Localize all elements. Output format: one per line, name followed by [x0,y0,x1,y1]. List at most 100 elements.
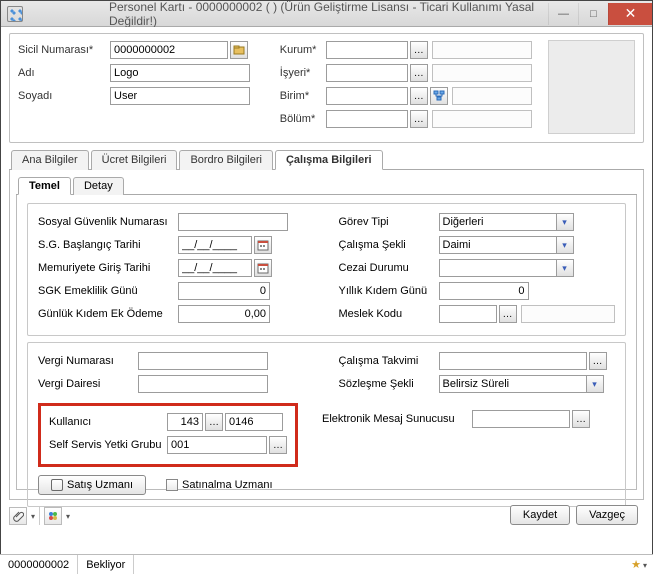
satinalma-uzmani-label: Satınalma Uzmanı [182,479,272,491]
isyeri-lookup-button[interactable]: … [410,64,428,82]
elektronik-lookup-button[interactable]: … [572,410,590,428]
palette-icon[interactable] [44,507,62,525]
sosyal-guvenlik-label: Sosyal Güvenlik Numarası [38,216,178,228]
birim-label: Birim* [280,90,326,102]
header-group: Sicil Numarası* Adı Soyadı Kurum* … [9,33,644,143]
bolum-input[interactable] [326,110,408,128]
meslek-kodu-label: Meslek Kodu [339,308,439,320]
meslek-kodu-input[interactable] [439,305,497,323]
subtab-detay[interactable]: Detay [73,177,124,195]
satis-uzmani-label: Satış Uzmanı [67,479,133,491]
kullanici-lookup-button[interactable]: … [205,413,223,431]
sg-baslangic-label: S.G. Başlangıç Tarihi [38,239,178,251]
cezai-durumu-select[interactable] [439,259,557,277]
self-servis-input[interactable] [167,436,267,454]
calisma-takvimi-lookup-button[interactable]: … [589,352,607,370]
tab-ana-bilgiler[interactable]: Ana Bilgiler [11,150,89,170]
kurum-lookup-button[interactable]: … [410,41,428,59]
vergi-numarasi-label: Vergi Numarası [38,355,138,367]
yillik-kidem-input[interactable] [439,282,529,300]
satinalma-uzmani-checkbox[interactable]: Satınalma Uzmanı [166,479,272,491]
sg-baslangic-calendar-icon[interactable] [254,236,272,254]
subtab-temel[interactable]: Temel [18,177,71,195]
kurum-input[interactable] [326,41,408,59]
main-tabs: Ana Bilgiler Ücret Bilgileri Bordro Bilg… [9,149,644,170]
gorev-tipi-dropdown-icon[interactable]: ▾ [556,213,574,231]
soyadi-input[interactable] [110,87,250,105]
gunluk-kidem-label: Günlük Kıdem Ek Ödeme [38,308,178,320]
sicil-input[interactable] [110,41,228,59]
self-servis-lookup-button[interactable]: … [269,436,287,454]
calisma-sekli-dropdown-icon[interactable]: ▾ [556,236,574,254]
footer-buttons: Kaydet Vazgeç [510,505,638,525]
bottom-toolbar: ▾ ▾ [9,507,70,525]
highlighted-user-group: Kullanıcı … Self Servis Yetki Grubu … [38,403,298,467]
window-title: Personel Kartı - 0000000002 ( ) (Ürün Ge… [29,0,548,28]
birim-lookup-button[interactable]: … [410,87,428,105]
minimize-button[interactable]: — [548,3,578,25]
maximize-button[interactable]: □ [578,3,608,25]
gorev-tipi-select[interactable] [439,213,557,231]
isyeri-input[interactable] [326,64,408,82]
sgk-emeklilik-label: SGK Emeklilik Günü [38,285,178,297]
tab-bordro-bilgileri[interactable]: Bordro Bilgileri [179,150,273,170]
isyeri-display [432,64,532,82]
bolum-display [432,110,532,128]
elektronik-label: Elektronik Mesaj Sunucusu [322,413,472,425]
memuriyet-input[interactable] [178,259,252,277]
title-bar: Personel Kartı - 0000000002 ( ) (Ürün Ge… [1,1,652,27]
cezai-durumu-dropdown-icon[interactable]: ▾ [556,259,574,277]
status-bar: 0000000002 Bekliyor ★▾ [0,554,653,574]
status-id: 0000000002 [0,555,78,574]
cancel-button[interactable]: Vazgeç [576,505,638,525]
sg-baslangic-input[interactable] [178,236,252,254]
adi-input[interactable] [110,64,250,82]
frame-vergi: Vergi Numarası Vergi Dairesi Çalışma Tak… [27,342,626,507]
sicil-folder-button[interactable] [230,41,248,59]
sozlesme-sekli-label: Sözleşme Şekli [339,378,439,390]
close-button[interactable]: ✕ [608,3,652,25]
satis-uzmani-checkbox[interactable]: Satış Uzmanı [38,475,146,495]
sicil-label: Sicil Numarası* [18,44,110,56]
meslek-kodu-lookup-button[interactable]: … [499,305,517,323]
cezai-durumu-label: Cezai Durumu [339,262,439,274]
kullanici-value-input[interactable] [225,413,283,431]
vergi-numarasi-input[interactable] [138,352,268,370]
palette-dropdown-icon[interactable]: ▾ [66,512,70,521]
sozlesme-sekli-select[interactable] [439,375,587,393]
window-buttons: — □ ✕ [548,3,652,25]
birim-input[interactable] [326,87,408,105]
sgk-emeklilik-input[interactable] [178,282,270,300]
bolum-lookup-button[interactable]: … [410,110,428,128]
header-left: Sicil Numarası* Adı Soyadı [18,40,270,134]
memuriyet-calendar-icon[interactable] [254,259,272,277]
header-mid: Kurum* … İşyeri* … Birim* … [280,40,532,134]
tab-calisma-bilgileri[interactable]: Çalışma Bilgileri [275,150,383,170]
kullanici-code-input[interactable] [167,413,203,431]
elektronik-input[interactable] [472,410,570,428]
self-servis-label: Self Servis Yetki Grubu [49,439,167,451]
sosyal-guvenlik-input[interactable] [178,213,288,231]
attachment-icon[interactable] [9,507,27,525]
main-panel: Temel Detay Sosyal Güvenlik Numarası S.G… [9,170,644,500]
vergi-dairesi-input[interactable] [138,375,268,393]
tab-ucret-bilgileri[interactable]: Ücret Bilgileri [91,150,178,170]
attachment-dropdown-icon[interactable]: ▾ [31,512,35,521]
calisma-sekli-select[interactable] [439,236,557,254]
calisma-takvimi-input[interactable] [439,352,587,370]
yillik-kidem-label: Yıllık Kıdem Günü [339,285,439,297]
soyadi-label: Soyadı [18,90,110,102]
calisma-takvimi-label: Çalışma Takvimi [339,355,439,367]
birim-tree-button[interactable] [430,87,448,105]
frame-calisma-left: Sosyal Güvenlik Numarası S.G. Başlangıç … [38,212,315,327]
sozlesme-sekli-dropdown-icon[interactable]: ▾ [586,375,604,393]
kurum-label: Kurum* [280,44,326,56]
sub-tabs: Temel Detay [16,176,637,195]
photo-placeholder[interactable] [548,40,635,134]
gorev-tipi-label: Görev Tipi [339,216,439,228]
calisma-sekli-label: Çalışma Şekli [339,239,439,251]
adi-label: Adı [18,67,110,79]
gunluk-kidem-input[interactable] [178,305,270,323]
save-button[interactable]: Kaydet [510,505,570,525]
star-icon[interactable]: ★▾ [625,556,653,573]
